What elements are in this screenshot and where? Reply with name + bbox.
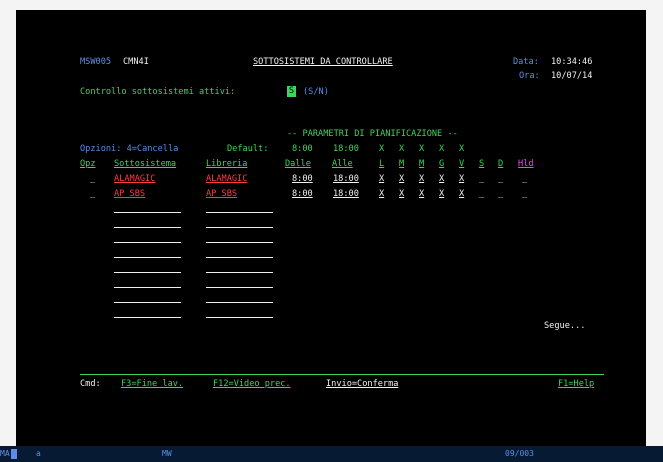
row2-day-m1[interactable]: X	[399, 190, 404, 199]
default-alle: 18:00	[333, 144, 359, 154]
f3-exit-key[interactable]: F3=Fine lav.	[121, 380, 183, 389]
default-label: Default:	[227, 144, 269, 154]
row1-hld[interactable]: _	[522, 175, 527, 184]
col-m1: M	[399, 159, 405, 169]
row2-day-g[interactable]: X	[439, 190, 444, 199]
control-hint: (S/N)	[303, 87, 329, 97]
default-day-m2: X	[419, 144, 425, 154]
control-input[interactable]: S	[287, 86, 296, 97]
empty-libreria-field[interactable]	[206, 287, 273, 288]
row2-sottosistema[interactable]: AP_SBS	[114, 190, 145, 199]
emulator-status-bar: MA a MW 09/003	[0, 446, 663, 462]
empty-libreria-field[interactable]	[206, 317, 273, 318]
row2-hld[interactable]: _	[522, 190, 527, 199]
status-cursor-block	[11, 449, 17, 459]
empty-libreria-field[interactable]	[206, 257, 273, 258]
row2-day-l[interactable]: X	[379, 190, 384, 199]
col-dalle: Dalle	[285, 159, 311, 169]
row1-sottosistema[interactable]: ALAMAGIC	[114, 175, 155, 184]
col-d: D	[498, 159, 504, 169]
enter-confirm-key[interactable]: Invio=Conferma	[326, 380, 398, 389]
default-day-l: X	[379, 144, 385, 154]
empty-sottosistema-field[interactable]	[114, 242, 181, 243]
row1-opz-input[interactable]: _	[90, 175, 95, 184]
time-value: 10/07/14	[551, 71, 593, 81]
empty-sottosistema-field[interactable]	[114, 227, 181, 228]
row2-day-s[interactable]: _	[479, 190, 484, 199]
empty-sottosistema-field[interactable]	[114, 257, 181, 258]
empty-libreria-field[interactable]	[206, 227, 273, 228]
empty-sottosistema-field[interactable]	[114, 287, 181, 288]
empty-libreria-field[interactable]	[206, 212, 273, 213]
row1-day-m1[interactable]: X	[399, 175, 404, 184]
command-label: Cmd:	[80, 379, 101, 389]
empty-sottosistema-field[interactable]	[114, 302, 181, 303]
row1-day-g[interactable]: X	[439, 175, 444, 184]
col-l: L	[379, 159, 385, 169]
default-day-v: X	[459, 144, 465, 154]
control-label: Controllo sottosistemi attivi:	[80, 87, 236, 97]
col-alle: Alle	[332, 159, 353, 169]
col-sottosistema: Sottosistema	[114, 159, 177, 169]
row2-alle[interactable]: 18:00	[333, 190, 359, 199]
row1-day-d[interactable]: _	[498, 175, 503, 184]
default-day-g: X	[439, 144, 445, 154]
row1-dalle[interactable]: 8:00	[292, 175, 313, 184]
command-separator	[80, 374, 604, 375]
empty-libreria-field[interactable]	[206, 272, 273, 273]
empty-sottosistema-field[interactable]	[114, 317, 181, 318]
row1-day-m2[interactable]: X	[419, 175, 424, 184]
date-label: Data:	[513, 57, 539, 67]
status-indicator: MA	[0, 449, 10, 458]
f1-help-key[interactable]: F1=Help	[558, 380, 594, 389]
session-label: a	[36, 449, 41, 458]
row1-day-s[interactable]: _	[479, 175, 484, 184]
row2-day-d[interactable]: _	[498, 190, 503, 199]
col-v: V	[459, 159, 465, 169]
f12-previous-key[interactable]: F12=Video prec.	[213, 380, 291, 389]
default-dalle: 8:00	[292, 144, 313, 154]
col-hld: Hld	[518, 159, 534, 169]
system-name: CMN4I	[123, 57, 149, 67]
default-day-m1: X	[399, 144, 405, 154]
empty-sottosistema-field[interactable]	[114, 272, 181, 273]
col-opz: Opz	[80, 159, 96, 169]
program-id: MSW005	[80, 57, 112, 67]
row1-alle[interactable]: 18:00	[333, 175, 359, 184]
empty-sottosistema-field[interactable]	[114, 212, 181, 213]
page-title: SOTTOSISTEMI DA CONTROLLARE	[253, 57, 393, 67]
date-value: 10:34:46	[551, 57, 593, 67]
row2-day-m2[interactable]: X	[419, 190, 424, 199]
terminal-screen: MSW005 CMN4I SOTTOSISTEMI DA CONTROLLARE…	[16, 10, 646, 446]
row1-day-v[interactable]: X	[459, 175, 464, 184]
col-libreria: Libreria	[206, 159, 248, 169]
empty-libreria-field[interactable]	[206, 302, 273, 303]
col-s: S	[479, 159, 485, 169]
time-label: Ora:	[519, 71, 540, 81]
cursor-position: 09/003	[505, 449, 534, 458]
mode-indicator: MW	[162, 449, 172, 458]
empty-libreria-field[interactable]	[206, 242, 273, 243]
col-m2: M	[419, 159, 425, 169]
row2-dalle[interactable]: 8:00	[292, 190, 313, 199]
row1-libreria[interactable]: ALAMAGIC	[206, 175, 247, 184]
params-title: -- PARAMETRI DI PIANIFICAZIONE --	[287, 129, 458, 139]
row2-day-v[interactable]: X	[459, 190, 464, 199]
row1-day-l[interactable]: X	[379, 175, 384, 184]
more-indicator: Segue...	[544, 321, 586, 331]
options-legend: Opzioni: 4=Cancella	[80, 144, 179, 154]
row2-opz-input[interactable]: _	[90, 190, 95, 199]
row2-libreria[interactable]: AP_SBS	[206, 190, 237, 199]
col-g: G	[439, 159, 445, 169]
